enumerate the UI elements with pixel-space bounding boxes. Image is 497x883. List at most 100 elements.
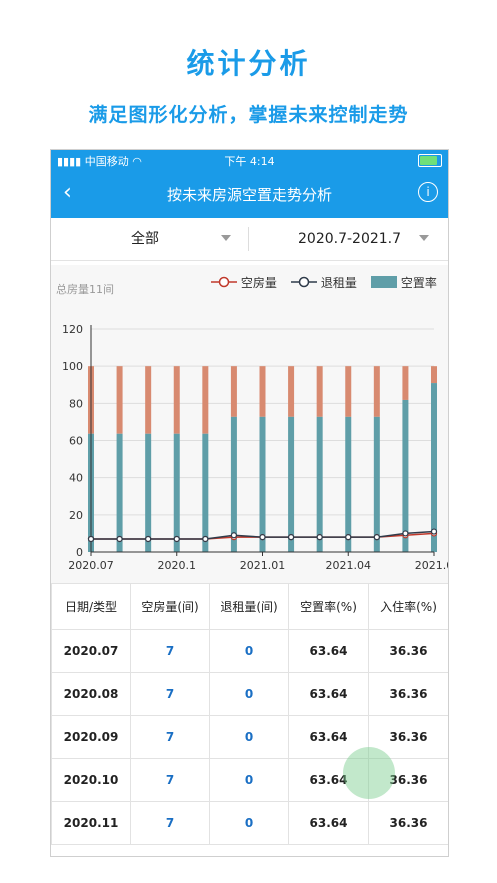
chevron-down-icon bbox=[419, 235, 429, 241]
cell-checkout[interactable]: 0 bbox=[209, 715, 289, 759]
x-tick-label: 2021.01 bbox=[240, 559, 286, 572]
data-table: 日期/类型 空房量(间) 退租量(间) 空置率(%) 入住率(%) 2020.0… bbox=[51, 583, 448, 845]
table-header-row: 日期/类型 空房量(间) 退租量(间) 空置率(%) 入住率(%) bbox=[51, 583, 448, 630]
table-header: 退租量(间) bbox=[209, 583, 289, 630]
table-row[interactable]: 2020.09 7 0 63.64 36.36 bbox=[51, 715, 448, 759]
bar-vacancy-rate bbox=[116, 433, 123, 552]
cell-date: 2020.08 bbox=[51, 672, 131, 716]
promo-title: 统计分析 bbox=[186, 47, 311, 80]
status-bar: ▮▮▮▮ 中国移动 ◠ 下午 4:14 bbox=[51, 150, 448, 170]
x-tick-label: 2020.1 bbox=[158, 559, 197, 572]
chevron-down-icon bbox=[221, 235, 231, 241]
touch-indicator bbox=[343, 747, 395, 799]
bar-remainder bbox=[373, 366, 380, 417]
scope-select[interactable]: 全部 bbox=[131, 218, 246, 260]
status-time: 下午 4:14 bbox=[224, 155, 275, 168]
bar-vacancy-rate bbox=[288, 416, 295, 552]
table-row[interactable]: 2020.08 7 0 63.64 36.36 bbox=[51, 672, 448, 716]
bar-vacancy-rate bbox=[259, 416, 266, 552]
point-checkout bbox=[287, 534, 295, 541]
y-tick-label: 100 bbox=[62, 360, 83, 373]
cell-occupancy-rate: 36.36 bbox=[368, 801, 448, 845]
cell-date: 2020.07 bbox=[51, 629, 131, 673]
bar-remainder bbox=[145, 366, 152, 434]
point-checkout bbox=[116, 535, 123, 543]
point-checkout bbox=[259, 534, 266, 541]
table-header: 日期/类型 bbox=[51, 583, 131, 630]
bar-vacancy-rate bbox=[316, 416, 323, 552]
y-tick-label: 60 bbox=[69, 435, 83, 448]
y-tick-label: 80 bbox=[69, 397, 83, 410]
bar-vacancy-rate bbox=[145, 433, 152, 552]
bar-vacancy-rate bbox=[230, 416, 237, 552]
cell-vacant[interactable]: 7 bbox=[130, 629, 210, 673]
nav-bar: ‹ 按未来房源空置走势分析 i bbox=[51, 170, 448, 218]
point-checkout bbox=[202, 535, 209, 543]
table-header: 入住率(%) bbox=[368, 583, 448, 630]
table-header: 空置率(%) bbox=[288, 583, 369, 630]
cell-checkout[interactable]: 0 bbox=[209, 758, 289, 802]
cell-occupancy-rate: 36.36 bbox=[368, 629, 448, 673]
bar-remainder bbox=[116, 366, 123, 434]
y-tick-label: 40 bbox=[69, 472, 83, 485]
x-tick-label: 2020.07 bbox=[68, 559, 114, 572]
scope-select-label: 全部 bbox=[131, 231, 159, 247]
table-header: 空房量(间) bbox=[130, 583, 210, 630]
point-checkout bbox=[145, 535, 152, 543]
bar-remainder bbox=[316, 366, 323, 417]
bar-remainder bbox=[202, 366, 209, 434]
battery-icon bbox=[418, 154, 442, 167]
bar-remainder bbox=[259, 366, 266, 417]
date-range-select[interactable]: 2020.7-2021.7 bbox=[298, 218, 438, 260]
table-row[interactable]: 2020.07 7 0 63.64 36.36 bbox=[51, 629, 448, 673]
bar-vacancy-rate bbox=[431, 383, 437, 552]
filter-divider bbox=[248, 227, 249, 251]
bar-remainder bbox=[230, 366, 237, 417]
chart-area: 总房量11间 空房量 退租量 空置率 0 20 40 60 80 100 120… bbox=[51, 265, 448, 583]
cell-occupancy-rate: 36.36 bbox=[368, 672, 448, 716]
cell-date: 2020.09 bbox=[51, 715, 131, 759]
bar-remainder bbox=[173, 366, 180, 434]
cell-vacant[interactable]: 7 bbox=[130, 715, 210, 759]
cell-checkout[interactable]: 0 bbox=[209, 672, 289, 716]
bar-vacancy-rate bbox=[402, 399, 409, 552]
point-checkout bbox=[373, 534, 380, 541]
cell-vacant[interactable]: 7 bbox=[130, 801, 210, 845]
bar-remainder bbox=[288, 366, 295, 417]
bar-vacancy-rate bbox=[173, 433, 180, 552]
promo-subtitle: 满足图形化分析，掌握未来控制走势 bbox=[88, 104, 409, 126]
point-checkout bbox=[230, 532, 238, 539]
cell-vacancy-rate: 63.64 bbox=[288, 672, 369, 716]
info-icon[interactable]: i bbox=[418, 182, 438, 202]
page-title: 按未来房源空置走势分析 bbox=[166, 186, 332, 204]
point-checkout bbox=[345, 534, 352, 541]
point-checkout bbox=[87, 535, 95, 543]
cell-checkout[interactable]: 0 bbox=[209, 629, 289, 673]
y-tick-label: 120 bbox=[62, 323, 83, 336]
vacancy-chart: 0 20 40 60 80 100 120 2020.07 2020.1 2021.01 2021.… bbox=[62, 323, 448, 572]
bar-remainder bbox=[431, 366, 437, 384]
table-row[interactable]: 2020.11 7 0 63.64 36.36 bbox=[51, 801, 448, 845]
cell-date: 2020.10 bbox=[51, 758, 131, 802]
date-range-label: 2020.7-2021.7 bbox=[298, 231, 402, 247]
y-tick-label: 0 bbox=[76, 546, 83, 559]
cell-checkout[interactable]: 0 bbox=[209, 801, 289, 845]
bar-vacancy-rate bbox=[202, 433, 209, 552]
cell-vacancy-rate: 63.64 bbox=[288, 801, 369, 845]
filter-bar: 全部 2020.7-2021.7 bbox=[51, 218, 448, 261]
cell-vacant[interactable]: 7 bbox=[130, 758, 210, 802]
cell-date: 2020.11 bbox=[51, 801, 131, 845]
x-tick-label: 2021.04 bbox=[326, 559, 372, 572]
point-checkout bbox=[430, 528, 438, 535]
bar-vacancy-rate bbox=[373, 416, 380, 552]
cell-vacancy-rate: 63.64 bbox=[288, 629, 369, 673]
phone-screen: ▮▮▮▮ 中国移动 ◠ 下午 4:14 ‹ 按未来房源空置走势分析 i 全部 2… bbox=[50, 149, 449, 857]
point-checkout bbox=[173, 535, 180, 543]
x-tick-label: 2021.0 bbox=[415, 559, 448, 572]
cell-vacant[interactable]: 7 bbox=[130, 672, 210, 716]
point-checkout bbox=[402, 530, 409, 537]
bar-vacancy-rate bbox=[345, 416, 352, 552]
bar-remainder bbox=[402, 366, 409, 400]
bar-remainder bbox=[345, 366, 352, 417]
y-tick-label: 20 bbox=[69, 509, 83, 522]
